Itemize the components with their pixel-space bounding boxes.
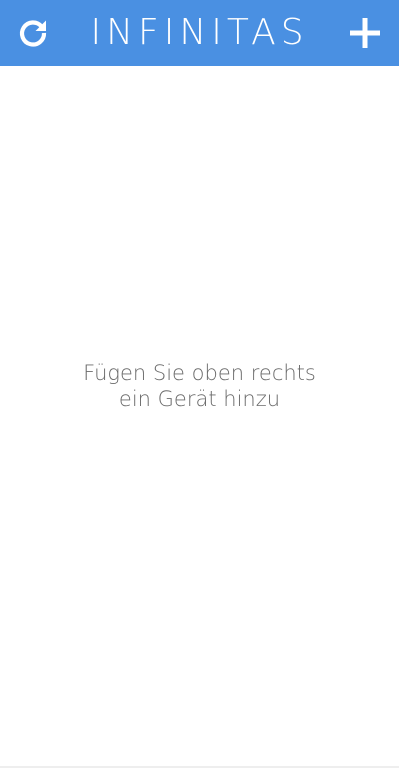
app-screen: INFINITAS Fügen Sie oben rechts ein Gerä… <box>0 0 399 768</box>
empty-state-line-2: ein Gerät hinzu <box>118 387 281 411</box>
app-title: INFINITAS <box>90 12 309 53</box>
add-device-button[interactable] <box>343 11 387 55</box>
plus-icon <box>350 18 380 48</box>
empty-state-message: Fügen Sie oben rechts ein Gerät hinzu <box>40 360 359 412</box>
refresh-icon <box>19 20 47 47</box>
top-app-bar: INFINITAS <box>0 0 399 66</box>
empty-state-line-1: Fügen Sie oben rechts <box>83 361 316 385</box>
refresh-button[interactable] <box>11 11 55 55</box>
